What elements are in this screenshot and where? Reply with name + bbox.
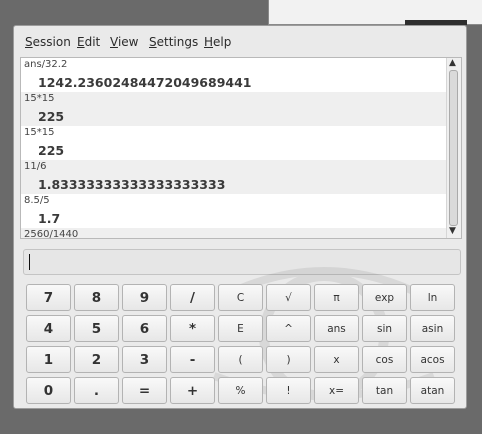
key-equals[interactable]: =	[122, 377, 167, 404]
key-plus[interactable]: +	[170, 377, 215, 404]
history-panel[interactable]: ans/32.2 1242.23602484472049689441 15*15…	[20, 57, 462, 239]
key-asin[interactable]: asin	[410, 315, 455, 342]
history-result: 225	[38, 109, 65, 124]
key-cos[interactable]: cos	[362, 346, 407, 373]
history-entry[interactable]: 15*15 225	[21, 92, 448, 126]
key-8[interactable]: 8	[74, 284, 119, 311]
scrollbar-thumb[interactable]	[449, 70, 458, 226]
key-clear[interactable]: C	[218, 284, 263, 311]
key-sin[interactable]: sin	[362, 315, 407, 342]
history-result: 225	[38, 143, 65, 158]
key-9[interactable]: 9	[122, 284, 167, 311]
text-cursor	[29, 254, 30, 270]
calculator-window: Session Edit View Settings Help ans/32.2…	[13, 25, 467, 409]
history-scrollbar[interactable]: ▲ ▼	[446, 58, 461, 238]
history-result: 1.7	[38, 211, 61, 226]
key-decimal[interactable]: .	[74, 377, 119, 404]
history-expression: 15*15	[24, 127, 55, 138]
menu-view[interactable]: View	[110, 35, 138, 49]
key-factorial[interactable]: !	[266, 377, 311, 404]
key-2[interactable]: 2	[74, 346, 119, 373]
history-entry[interactable]: 11/6 1.83333333333333333333	[21, 160, 448, 194]
history-entry[interactable]: 15*15 225	[21, 126, 448, 160]
key-open-paren[interactable]: (	[218, 346, 263, 373]
scroll-down-icon[interactable]: ▼	[449, 226, 456, 236]
history-expression: 11/6	[24, 161, 47, 172]
history-expression: ans/32.2	[24, 59, 68, 70]
key-close-paren[interactable]: )	[266, 346, 311, 373]
history-entry[interactable]: ans/32.2 1242.23602484472049689441	[21, 58, 448, 92]
history-entry[interactable]: 8.5/5 1.7	[21, 194, 448, 228]
key-4[interactable]: 4	[26, 315, 71, 342]
key-pi[interactable]: π	[314, 284, 359, 311]
history-result: 1242.23602484472049689441	[38, 75, 252, 90]
key-minus[interactable]: -	[170, 346, 215, 373]
background-window	[268, 0, 482, 25]
scroll-up-icon[interactable]: ▲	[449, 58, 456, 68]
key-0[interactable]: 0	[26, 377, 71, 404]
history-entry[interactable]: 2560/1440	[21, 228, 448, 239]
key-acos[interactable]: acos	[410, 346, 455, 373]
menu-settings[interactable]: Settings	[149, 35, 198, 49]
key-exponent[interactable]: E	[218, 315, 263, 342]
menu-help[interactable]: Help	[204, 35, 231, 49]
key-multiply[interactable]: *	[170, 315, 215, 342]
key-tan[interactable]: tan	[362, 377, 407, 404]
key-5[interactable]: 5	[74, 315, 119, 342]
key-power[interactable]: ^	[266, 315, 311, 342]
menu-edit[interactable]: Edit	[77, 35, 100, 49]
key-sqrt[interactable]: √	[266, 284, 311, 311]
key-1[interactable]: 1	[26, 346, 71, 373]
key-ln[interactable]: ln	[410, 284, 455, 311]
history-result: 1.83333333333333333333	[38, 177, 226, 192]
key-exp[interactable]: exp	[362, 284, 407, 311]
menu-bar: Session Edit View Settings Help	[14, 26, 466, 56]
key-divide[interactable]: /	[170, 284, 215, 311]
key-7[interactable]: 7	[26, 284, 71, 311]
menu-session[interactable]: Session	[25, 35, 71, 49]
key-atan[interactable]: atan	[410, 377, 455, 404]
key-assign-x[interactable]: x=	[314, 377, 359, 404]
key-3[interactable]: 3	[122, 346, 167, 373]
key-6[interactable]: 6	[122, 315, 167, 342]
history-expression: 8.5/5	[24, 195, 50, 206]
key-percent[interactable]: %	[218, 377, 263, 404]
key-x[interactable]: x	[314, 346, 359, 373]
history-expression: 2560/1440	[24, 229, 79, 239]
history-expression: 15*15	[24, 93, 55, 104]
key-ans[interactable]: ans	[314, 315, 359, 342]
